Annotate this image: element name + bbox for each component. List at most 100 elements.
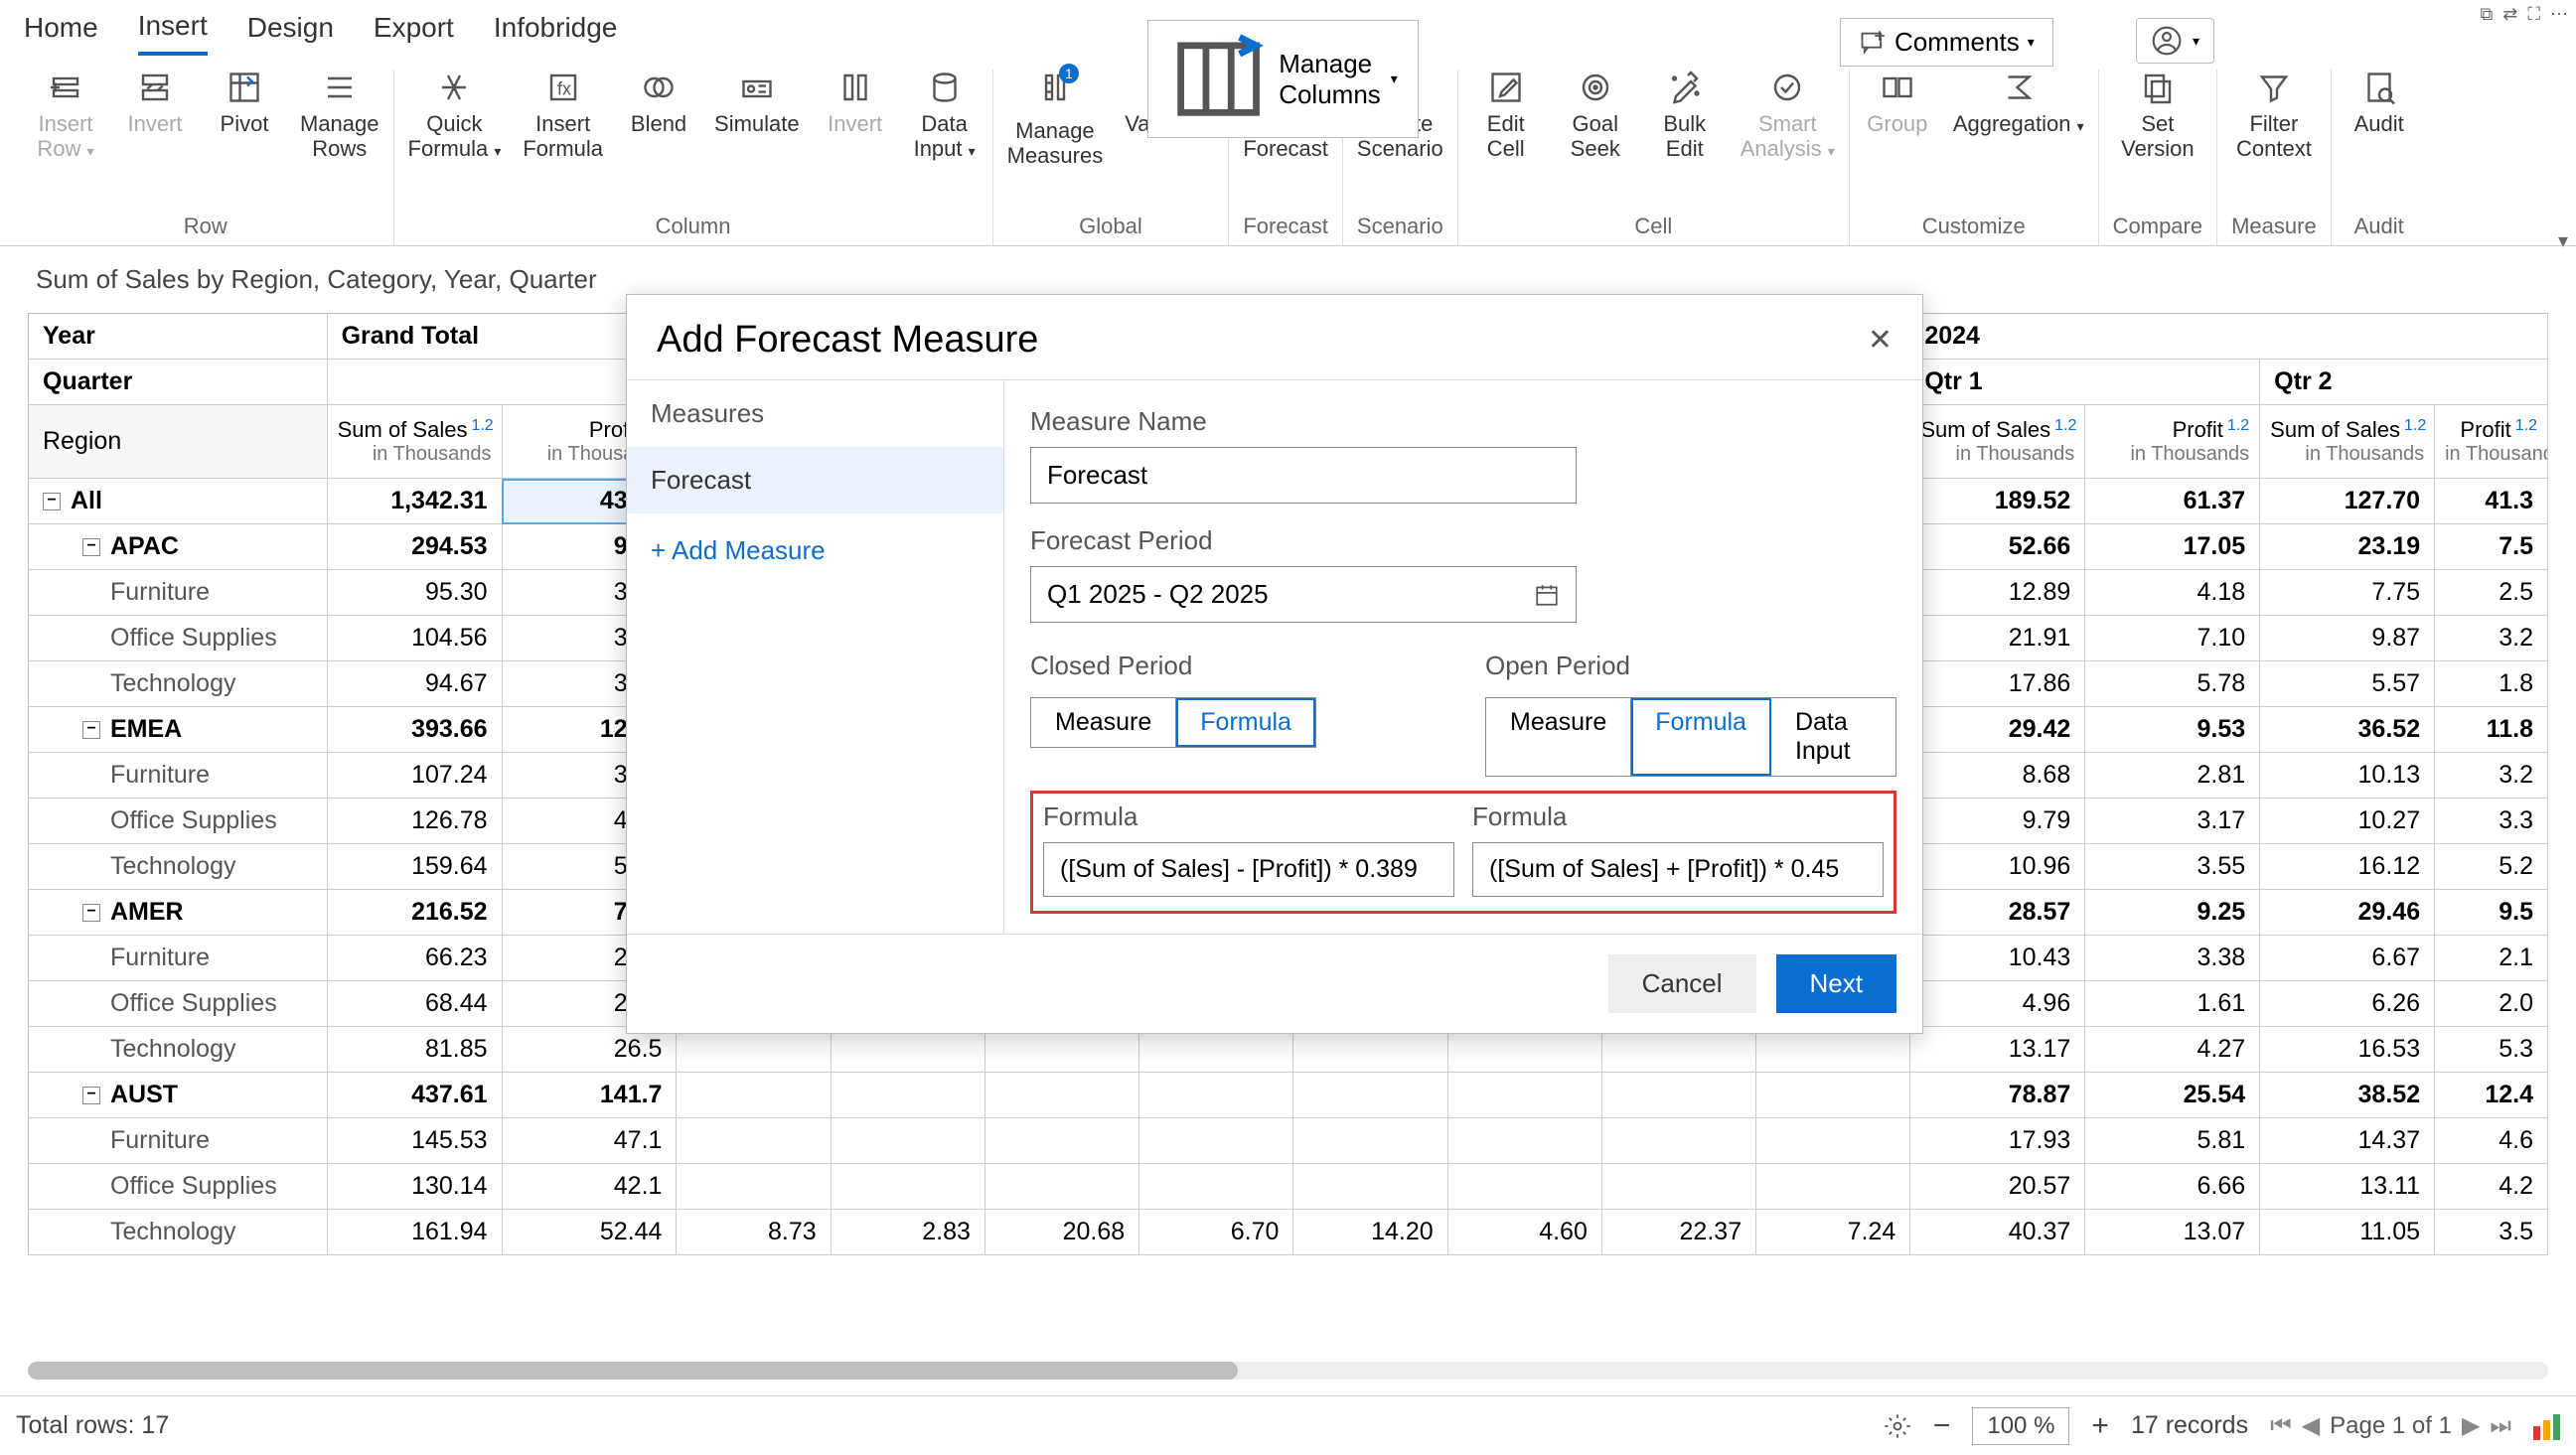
cell[interactable]: 95.30 <box>327 570 502 616</box>
cell[interactable]: 9.53 <box>2085 707 2260 753</box>
cell[interactable]: 107.24 <box>327 753 502 799</box>
tab-infobridge[interactable]: Infobridge <box>494 12 618 54</box>
horizontal-scrollbar[interactable] <box>28 1362 2548 1380</box>
row-header[interactable]: Furniture <box>29 753 327 799</box>
cell[interactable]: 17.05 <box>2085 524 2260 570</box>
cell[interactable]: 10.27 <box>2260 799 2435 844</box>
cell[interactable]: 294.53 <box>327 524 502 570</box>
cell[interactable]: 12.89 <box>1910 570 2085 616</box>
cell[interactable]: 20.57 <box>1910 1164 2085 1210</box>
data-input-button[interactable]: Data Input ▾ <box>911 70 979 162</box>
cancel-button[interactable]: Cancel <box>1608 954 1756 1013</box>
cell[interactable]: 104.56 <box>327 616 502 661</box>
row-header[interactable]: −All <box>29 479 327 524</box>
cell[interactable]: 4.2 <box>2435 1164 2548 1210</box>
cell[interactable]: 6.66 <box>2085 1164 2260 1210</box>
row-header[interactable]: −APAC <box>29 524 327 570</box>
cell[interactable]: 3.17 <box>2085 799 2260 844</box>
cell[interactable]: 10.13 <box>2260 753 2435 799</box>
table-row[interactable]: Furniture145.5347.117.935.8114.374.6 <box>29 1118 2548 1164</box>
cell[interactable]: 8.68 <box>1910 753 2085 799</box>
blend-button[interactable]: Blend <box>625 70 692 136</box>
ribbon-expand-icon[interactable]: ▾ <box>2558 228 2568 253</box>
cell[interactable]: 2.1 <box>2435 936 2548 981</box>
cell[interactable]: 2.5 <box>2435 570 2548 616</box>
closed-seg-formula[interactable]: Formula <box>1176 698 1315 747</box>
cell[interactable]: 22.37 <box>1601 1210 1755 1255</box>
simulate-button[interactable]: Simulate <box>714 70 800 136</box>
table-row[interactable]: Office Supplies130.1442.120.576.6613.114… <box>29 1164 2548 1210</box>
tab-design[interactable]: Design <box>247 12 334 54</box>
manage-measures-button[interactable]: Manage Measures <box>1007 70 1104 169</box>
cell[interactable]: 66.23 <box>327 936 502 981</box>
cell[interactable]: 25.54 <box>2085 1073 2260 1118</box>
scrollbar-thumb[interactable] <box>28 1362 1238 1380</box>
forecast-period-input[interactable]: Q1 2025 - Q2 2025 <box>1030 566 1577 623</box>
open-seg-datainput[interactable]: Data Input <box>1771 698 1895 776</box>
cell[interactable]: 13.11 <box>2260 1164 2435 1210</box>
row-header[interactable]: Office Supplies <box>29 799 327 844</box>
collapse-icon[interactable]: − <box>82 904 100 922</box>
cell[interactable]: 68.44 <box>327 981 502 1027</box>
comments-button[interactable]: Comments ▾ <box>1840 18 2053 67</box>
cell[interactable]: 81.85 <box>327 1027 502 1073</box>
cell[interactable]: 9.5 <box>2435 890 2548 936</box>
cell[interactable]: 1,342.31 <box>327 479 502 524</box>
cell[interactable]: 10.96 <box>1910 844 2085 890</box>
next-button[interactable]: Next <box>1776 954 1896 1013</box>
row-header[interactable]: Furniture <box>29 936 327 981</box>
row-header[interactable]: Office Supplies <box>29 1164 327 1210</box>
cell[interactable]: 6.26 <box>2260 981 2435 1027</box>
maximize-icon[interactable]: ⛶ <box>2527 4 2540 25</box>
tab-insert[interactable]: Insert <box>138 10 208 56</box>
filter-context-button[interactable]: Filter Context <box>2236 70 2312 162</box>
cell[interactable]: 29.42 <box>1910 707 2085 753</box>
open-seg-measure[interactable]: Measure <box>1486 698 1631 776</box>
table-row[interactable]: Technology161.9452.448.732.8320.686.7014… <box>29 1210 2548 1255</box>
cell[interactable]: 6.67 <box>2260 936 2435 981</box>
cell[interactable]: 17.93 <box>1910 1118 2085 1164</box>
cell[interactable]: 7.75 <box>2260 570 2435 616</box>
row-header[interactable]: −AUST <box>29 1073 327 1118</box>
manage-rows-button[interactable]: Manage Rows <box>300 70 379 162</box>
panel-icon[interactable]: ⧉ <box>2480 4 2493 25</box>
cell[interactable]: 159.64 <box>327 844 502 890</box>
cell[interactable]: 38.52 <box>2260 1073 2435 1118</box>
cell[interactable]: 4.60 <box>1447 1210 1601 1255</box>
cell[interactable]: 9.79 <box>1910 799 2085 844</box>
row-header[interactable]: −AMER <box>29 890 327 936</box>
cell[interactable]: 5.3 <box>2435 1027 2548 1073</box>
cell[interactable]: 2.0 <box>2435 981 2548 1027</box>
row-header[interactable]: Furniture <box>29 570 327 616</box>
set-version-button[interactable]: Set Version <box>2121 70 2194 162</box>
audit-button[interactable]: Audit <box>2346 70 2413 136</box>
prev-page-button[interactable]: ◀ <box>2302 1411 2320 1440</box>
cell[interactable]: 3.3 <box>2435 799 2548 844</box>
cell[interactable]: 7.10 <box>2085 616 2260 661</box>
next-page-button[interactable]: ▶ <box>2462 1411 2480 1440</box>
cell[interactable]: 5.78 <box>2085 661 2260 707</box>
cell[interactable]: 3.38 <box>2085 936 2260 981</box>
open-seg-formula[interactable]: Formula <box>1631 698 1771 776</box>
row-header[interactable]: −EMEA <box>29 707 327 753</box>
quick-formula-button[interactable]: Quick Formula ▾ <box>408 70 502 162</box>
insert-formula-button[interactable]: fxInsert Formula <box>523 70 603 162</box>
row-header[interactable]: Technology <box>29 661 327 707</box>
aggregation-button[interactable]: Aggregation ▾ <box>1953 70 2084 136</box>
row-header[interactable]: Furniture <box>29 1118 327 1164</box>
cell[interactable]: 6.70 <box>1139 1210 1293 1255</box>
first-page-button[interactable]: ⏮ <box>2270 1412 2292 1440</box>
user-menu-button[interactable]: ▾ <box>2136 18 2214 64</box>
closed-formula-input[interactable] <box>1043 842 1454 897</box>
cell[interactable]: 2.81 <box>2085 753 2260 799</box>
zoom-out-button[interactable]: − <box>1933 1409 1951 1443</box>
zoom-in-button[interactable]: + <box>2091 1409 2109 1443</box>
cell[interactable]: 13.07 <box>2085 1210 2260 1255</box>
row-header[interactable]: Technology <box>29 1027 327 1073</box>
cell[interactable]: 78.87 <box>1910 1073 2085 1118</box>
collapse-icon[interactable]: − <box>82 1087 100 1104</box>
cell[interactable]: 41.3 <box>2435 479 2548 524</box>
cell[interactable]: 17.86 <box>1910 661 2085 707</box>
cell[interactable]: 4.27 <box>2085 1027 2260 1073</box>
collapse-icon[interactable]: − <box>82 721 100 739</box>
